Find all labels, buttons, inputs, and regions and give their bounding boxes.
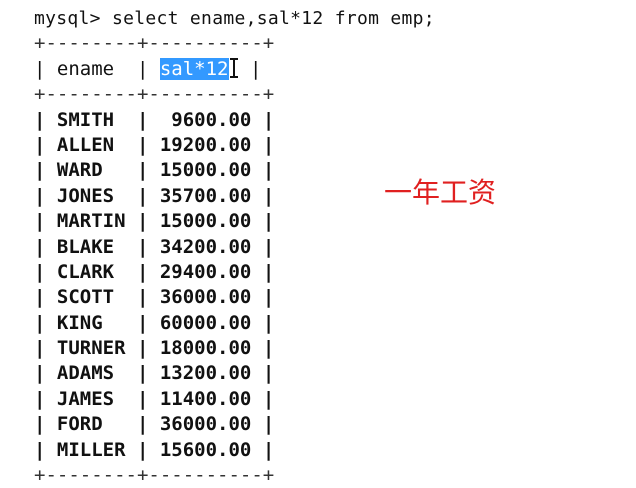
- table-row: | FORD | 36000.00 |: [34, 413, 275, 436]
- table-row: | MARTIN | 15000.00 |: [34, 210, 275, 233]
- text-cursor-icon: [229, 57, 239, 78]
- cell-ename: JONES: [56, 184, 115, 207]
- cell-sal12: 34200.00: [159, 235, 252, 258]
- cell-sal12: 15000.00: [159, 159, 252, 182]
- table-border-top: +--------+----------+: [34, 32, 275, 55]
- cell-ename: MARTIN: [56, 210, 126, 233]
- cell-ename: CLARK: [56, 260, 115, 283]
- cell-ename: JAMES: [56, 387, 115, 410]
- table-row: | JONES | 35700.00 |: [34, 184, 275, 207]
- cell-sal12: 13200.00: [159, 362, 252, 385]
- table-row: | TURNER | 18000.00 |: [34, 337, 275, 360]
- table-row: | SCOTT | 36000.00 |: [34, 286, 275, 309]
- table-row: | SMITH | 9600.00 |: [34, 108, 275, 131]
- cell-sal12: 11400.00: [159, 387, 252, 410]
- cell-sal12: 29400.00: [159, 260, 252, 283]
- cell-ename: MILLER: [56, 438, 126, 461]
- cell-ename: ALLEN: [56, 133, 115, 156]
- cell-ename: TURNER: [56, 337, 126, 360]
- cell-sal12: 9600.00: [171, 108, 252, 131]
- table-row: | JAMES | 11400.00 |: [34, 387, 275, 410]
- sql-command: mysql> select ename,sal*12 from emp;: [34, 8, 435, 29]
- table-border-bottom: +--------+----------+: [34, 464, 275, 487]
- table-header-row: | ename | sal*12 |: [34, 57, 262, 80]
- cell-ename: SCOTT: [56, 286, 115, 309]
- terminal-output[interactable]: mysql> select ename,sal*12 from emp; +--…: [34, 6, 594, 488]
- cell-ename: KING: [56, 311, 103, 334]
- table-row: | BLAKE | 34200.00 |: [34, 235, 275, 258]
- cell-sal12: 35700.00: [159, 184, 252, 207]
- header-sal12-selected[interactable]: sal*12: [159, 57, 229, 80]
- cell-ename: BLAKE: [56, 235, 115, 258]
- table-row: | ADAMS | 13200.00 |: [34, 362, 275, 385]
- table-border-header: +--------+----------+: [34, 83, 275, 106]
- table-body: | SMITH | 9600.00 | | ALLEN | 19200.00 | |…: [34, 108, 594, 463]
- cell-ename: FORD: [56, 413, 103, 436]
- cell-sal12: 18000.00: [159, 337, 252, 360]
- table-row: | MILLER | 15600.00 |: [34, 438, 275, 461]
- annotation-label: 一年工资: [384, 176, 497, 209]
- header-ename: ename: [56, 57, 115, 80]
- table-row: | CLARK | 29400.00 |: [34, 260, 275, 283]
- cell-ename: SMITH: [56, 108, 115, 131]
- cell-ename: WARD: [56, 159, 103, 182]
- cell-sal12: 36000.00: [159, 413, 252, 436]
- cell-ename: ADAMS: [56, 362, 115, 385]
- table-row: | KING | 60000.00 |: [34, 311, 275, 334]
- cell-sal12: 15000.00: [159, 210, 252, 233]
- cell-sal12: 19200.00: [159, 133, 252, 156]
- cell-sal12: 36000.00: [159, 286, 252, 309]
- table-row: | ALLEN | 19200.00 |: [34, 133, 275, 156]
- cell-sal12: 60000.00: [159, 311, 252, 334]
- table-row: | WARD | 15000.00 |: [34, 159, 275, 182]
- cell-sal12: 15600.00: [159, 438, 252, 461]
